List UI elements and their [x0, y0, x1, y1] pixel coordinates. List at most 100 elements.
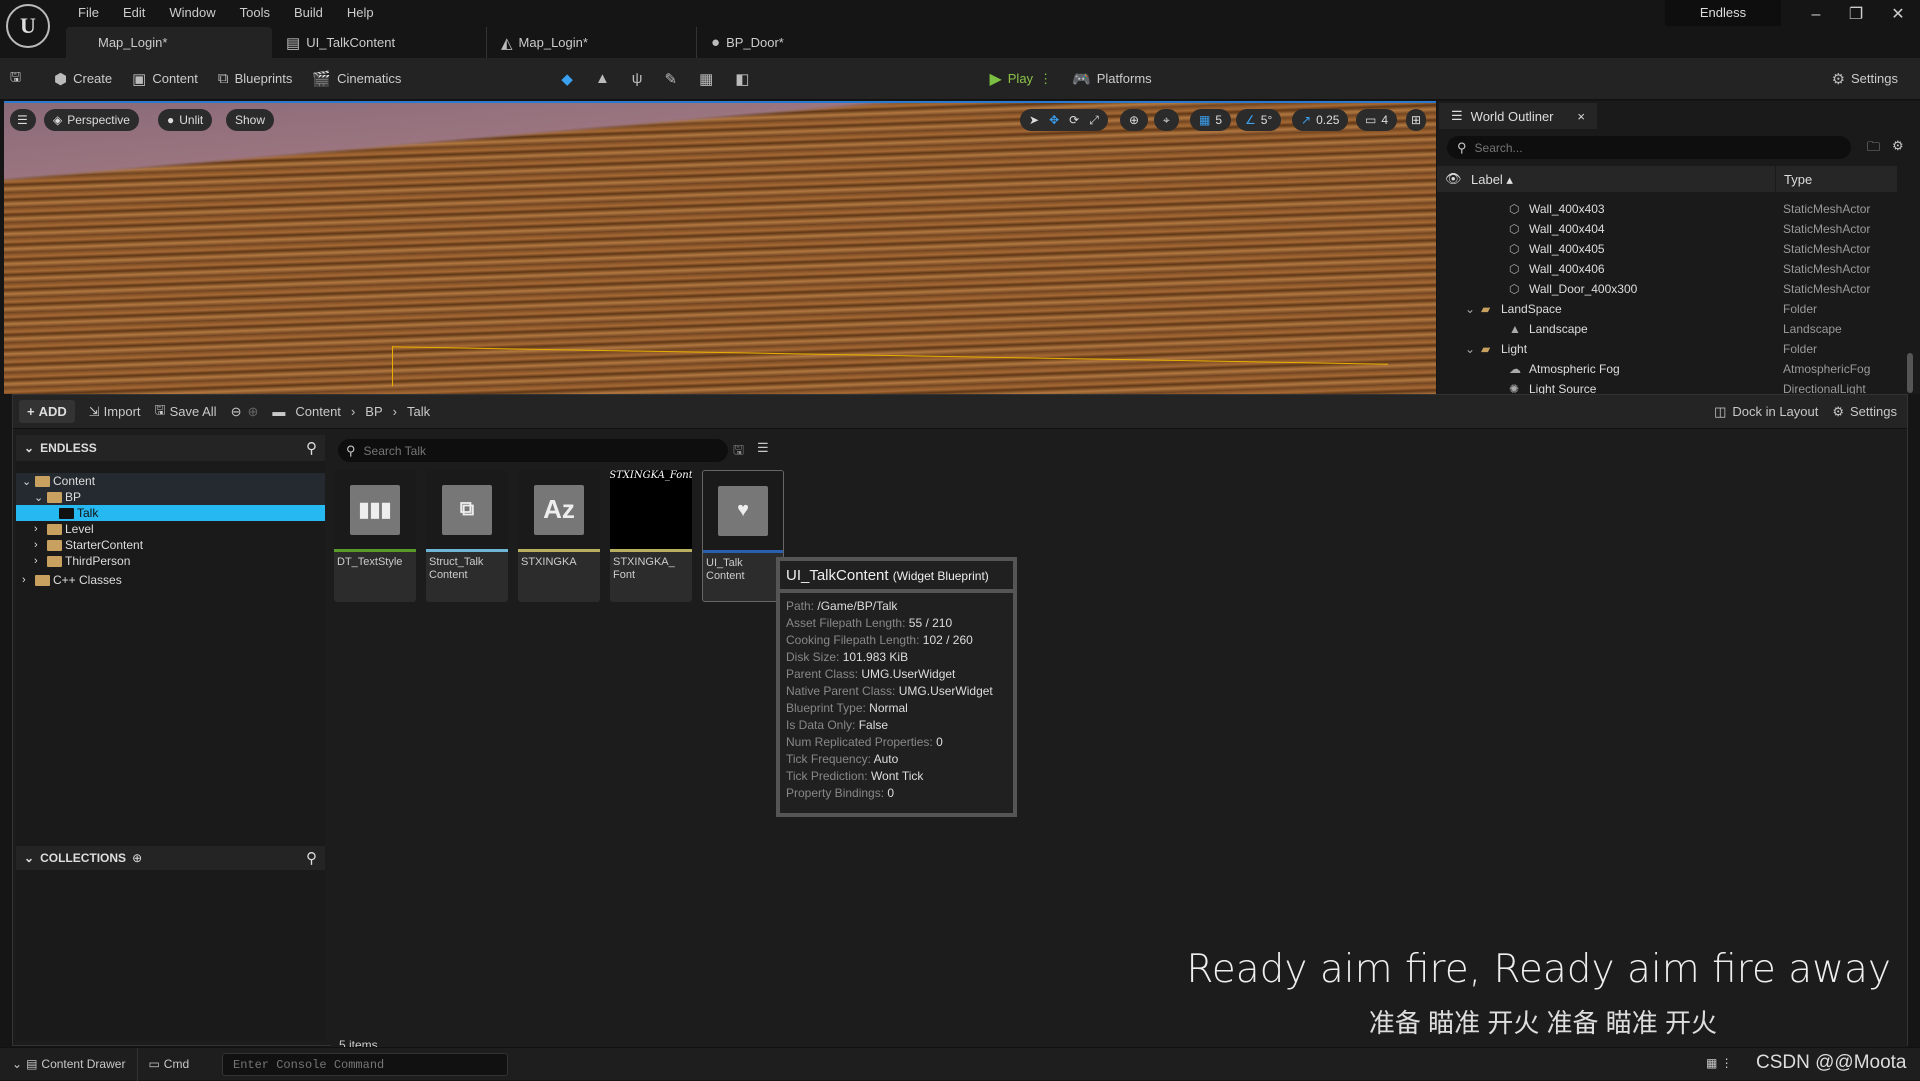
- add-folder-icon[interactable]: 🗀: [1867, 138, 1880, 160]
- outliner-search[interactable]: ⚲: [1447, 136, 1851, 159]
- asset-search[interactable]: ⚲: [338, 439, 728, 462]
- menu-edit[interactable]: Edit: [111, 5, 157, 20]
- collections-header[interactable]: ⌄ COLLECTIONS ⊕ ⚲: [16, 846, 325, 870]
- asset-tile[interactable]: Az STXINGKA: [518, 470, 600, 602]
- show-button[interactable]: Show: [226, 109, 275, 131]
- folder-tree-item[interactable]: Talk: [16, 505, 325, 521]
- project-header[interactable]: ⌄ ENDLESS ⚲: [16, 435, 325, 461]
- geometry-mode-icon[interactable]: ◧: [735, 70, 749, 88]
- search-icon[interactable]: ⚲: [306, 849, 317, 867]
- dock-in-layout-button[interactable]: ◫ Dock in Layout: [1714, 404, 1818, 420]
- tab-ui-talkcontent[interactable]: ▤ UI_TalkContent: [272, 27, 486, 58]
- outliner-row[interactable]: ⌄ ▰ LandSpace Folder: [1437, 299, 1897, 319]
- settings-button[interactable]: ⚙ Settings: [1822, 70, 1908, 88]
- console-command-input[interactable]: [222, 1053, 508, 1076]
- chevron-down-icon[interactable]: ⌄: [22, 475, 32, 488]
- select-icon[interactable]: ➤: [1029, 113, 1039, 127]
- world-local-icon[interactable]: ⊕: [1120, 109, 1149, 131]
- chevron-down-icon[interactable]: ⌄: [34, 491, 44, 504]
- breadcrumb-talk[interactable]: Talk: [407, 404, 430, 419]
- viewport-menu-icon[interactable]: ☰: [10, 109, 36, 131]
- breadcrumb-content[interactable]: Content: [295, 404, 341, 419]
- tab-bp-door[interactable]: ● BP_Door*: [696, 27, 906, 58]
- play-options-icon[interactable]: ⋮: [1039, 71, 1052, 87]
- menu-help[interactable]: Help: [335, 5, 386, 20]
- visibility-eye-icon[interactable]: 👁: [1445, 171, 1462, 187]
- tab-map-login[interactable]: Map_Login*: [66, 27, 272, 58]
- filter-icon[interactable]: ☰: [757, 440, 769, 456]
- outliner-row[interactable]: ▲ Landscape Landscape: [1437, 319, 1897, 339]
- source-control-icon[interactable]: ▦ ⋮: [1706, 1056, 1733, 1070]
- minimize-icon[interactable]: –: [1796, 0, 1836, 30]
- save-icon[interactable]: 🖫: [0, 68, 44, 90]
- platforms-button[interactable]: 🎮 Platforms: [1062, 70, 1162, 88]
- unreal-logo[interactable]: U: [6, 4, 50, 48]
- create-button[interactable]: ⬢ Create: [44, 70, 122, 88]
- folder-tree-item[interactable]: › C++ Classes: [16, 572, 325, 588]
- outliner-search-input[interactable]: [1474, 140, 1835, 155]
- rotate-icon[interactable]: ⟳: [1069, 113, 1079, 127]
- blueprints-button[interactable]: ⧉ Blueprints: [208, 70, 303, 87]
- tab-map-login-2[interactable]: ◭ Map_Login*: [486, 27, 696, 58]
- close-tab-icon[interactable]: ×: [1577, 109, 1585, 124]
- select-mode-icon[interactable]: ◆: [561, 70, 573, 88]
- perspective-button[interactable]: ◈ Perspective: [44, 109, 139, 131]
- gear-icon[interactable]: ⚙: [1892, 138, 1904, 154]
- camera-speed-button[interactable]: ▭ 4: [1356, 109, 1398, 131]
- grid-snap-button[interactable]: ▦ 5: [1190, 109, 1232, 131]
- outliner-row[interactable]: ⬡ Wall_400x405 StaticMeshActor: [1437, 239, 1897, 259]
- chevron-down-icon[interactable]: ⌄: [1465, 342, 1475, 356]
- scale-snap-button[interactable]: ↗ 0.25: [1292, 109, 1349, 131]
- unlit-button[interactable]: ● Unlit: [158, 109, 213, 131]
- level-viewport[interactable]: ☰ ◈ Perspective ● Unlit Show ➤ ✥ ⟳ ⤢ ⊕ ⌖ ▦ 5 ∠…: [4, 101, 1436, 404]
- fracture-mode-icon[interactable]: ▦: [699, 70, 713, 88]
- outliner-row[interactable]: ☁ Atmospheric Fog AtmosphericFog: [1437, 359, 1897, 379]
- save-search-icon[interactable]: 🖫: [733, 441, 744, 463]
- menu-file[interactable]: File: [66, 5, 111, 20]
- asset-tile[interactable]: ♥ UI_Talk Content: [702, 470, 784, 602]
- outliner-row[interactable]: ⬡ Wall_400x404 StaticMeshActor: [1437, 219, 1897, 239]
- search-icon[interactable]: ⚲: [306, 439, 317, 457]
- chevron-right-icon[interactable]: ›: [22, 574, 32, 586]
- back-icon[interactable]: ⊖: [231, 404, 242, 420]
- type-column-header[interactable]: Type: [1775, 166, 1820, 192]
- folder-tree-item[interactable]: › StarterContent: [16, 537, 325, 553]
- menu-tools[interactable]: Tools: [228, 5, 282, 20]
- chevron-right-icon[interactable]: ›: [34, 523, 44, 535]
- move-icon[interactable]: ✥: [1049, 113, 1059, 127]
- scale-icon[interactable]: ⤢: [1089, 113, 1099, 128]
- asset-tile[interactable]: STXINGKA_Font STXINGKA_ Font: [610, 470, 692, 602]
- asset-tile[interactable]: ⧉ Struct_Talk Content: [426, 470, 508, 602]
- paint-mode-icon[interactable]: ✎: [665, 70, 678, 88]
- outliner-row[interactable]: ⬡ Wall_400x403 StaticMeshActor: [1437, 199, 1897, 219]
- folder-tree-item[interactable]: › Level: [16, 521, 325, 537]
- menu-build[interactable]: Build: [282, 5, 335, 20]
- cmd-button[interactable]: ▭ Cmd: [138, 1057, 199, 1071]
- chevron-down-icon[interactable]: ⌄: [1465, 302, 1475, 316]
- restore-icon[interactable]: ❐: [1836, 0, 1876, 30]
- label-column-header[interactable]: Label ▴: [1471, 172, 1513, 188]
- landscape-mode-icon[interactable]: ▲: [595, 70, 610, 87]
- outliner-row[interactable]: ⌄ ▰ Light Folder: [1437, 339, 1897, 359]
- add-button[interactable]: + ADD: [19, 400, 75, 423]
- breadcrumb-bp[interactable]: BP: [365, 404, 382, 419]
- outliner-scrollbar[interactable]: [1907, 353, 1913, 393]
- close-icon[interactable]: ✕: [1878, 0, 1918, 30]
- menu-window[interactable]: Window: [157, 5, 227, 20]
- asset-search-input[interactable]: [363, 443, 704, 458]
- import-button[interactable]: ⇲ Import: [89, 404, 141, 420]
- forward-icon[interactable]: ⊕: [247, 404, 258, 420]
- outliner-row[interactable]: ⬡ Wall_Door_400x300 StaticMeshActor: [1437, 279, 1897, 299]
- add-collection-icon[interactable]: ⊕: [132, 851, 142, 865]
- chevron-right-icon[interactable]: ›: [34, 539, 44, 551]
- chevron-right-icon[interactable]: ›: [34, 555, 44, 567]
- asset-tile[interactable]: ▮▮▮ DT_TextStyle: [334, 470, 416, 602]
- save-all-button[interactable]: 🖫 Save All: [155, 401, 217, 423]
- outliner-row[interactable]: ⬡ Wall_400x406 StaticMeshActor: [1437, 259, 1897, 279]
- cinematics-button[interactable]: 🎬 Cinematics: [302, 70, 411, 88]
- folder-tree-item[interactable]: ⌄ BP: [16, 489, 325, 505]
- rotation-snap-button[interactable]: ∠ 5°: [1236, 109, 1282, 131]
- layout-icon[interactable]: ⊞: [1406, 109, 1427, 131]
- content-button[interactable]: ▣ Content: [122, 70, 208, 88]
- foliage-mode-icon[interactable]: ψ: [632, 70, 643, 87]
